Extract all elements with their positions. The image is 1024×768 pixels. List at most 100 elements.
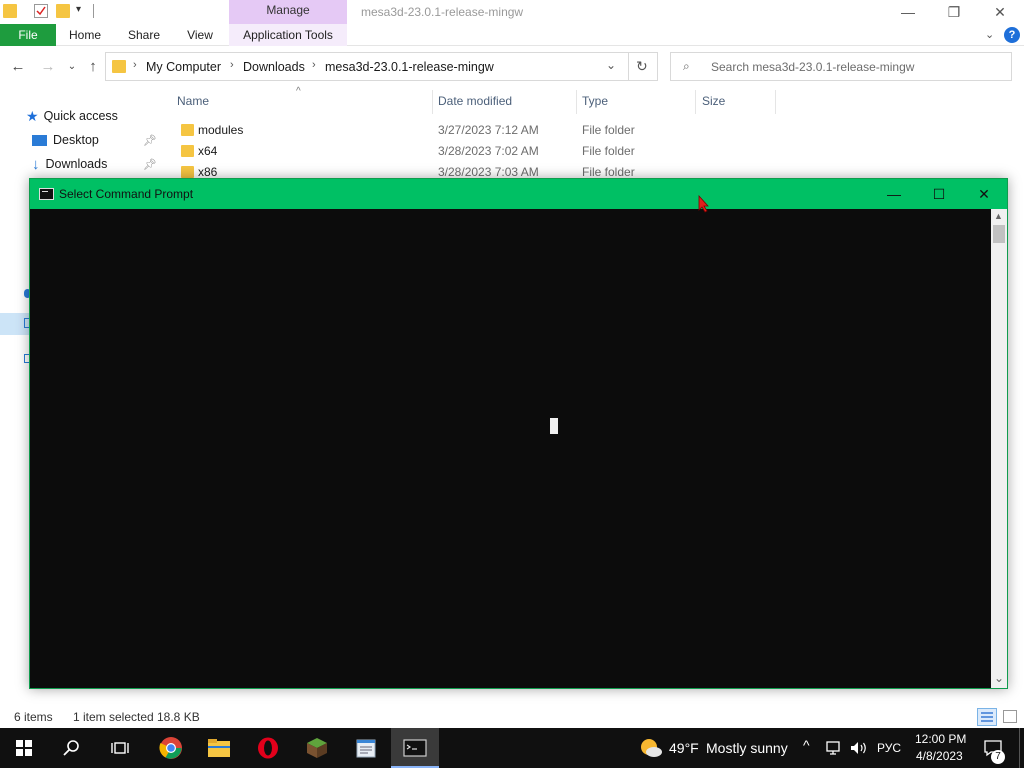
- column-date-modified[interactable]: Date modified: [438, 94, 512, 110]
- back-button[interactable]: ←: [8, 56, 28, 76]
- search-placeholder: Search mesa3d-23.0.1-release-mingw: [711, 60, 915, 74]
- breadcrumb-downloads[interactable]: Downloads: [243, 60, 305, 74]
- column-size[interactable]: Size: [702, 94, 725, 110]
- minecraft-button[interactable]: [293, 728, 341, 768]
- help-icon[interactable]: ?: [1004, 27, 1020, 43]
- weather-temperature[interactable]: 49°F: [669, 740, 699, 756]
- new-folder-icon[interactable]: [56, 4, 70, 18]
- minimize-button[interactable]: —: [885, 0, 931, 24]
- tab-application-tools[interactable]: Application Tools: [229, 24, 347, 46]
- show-desktop-button[interactable]: [1019, 728, 1020, 768]
- search-icon: ⌕: [683, 59, 690, 73]
- notification-badge[interactable]: 7: [991, 750, 1005, 764]
- file-type: File folder: [582, 144, 635, 158]
- start-button[interactable]: [0, 728, 48, 768]
- address-row: ← → ⌄ ↑ › My Computer › Downloads › mesa…: [0, 46, 1024, 88]
- weather-icon[interactable]: [639, 737, 663, 762]
- command-prompt-title-bar[interactable]: Select Command Prompt — ☐ ✕: [30, 179, 1007, 209]
- column-separator[interactable]: [576, 90, 577, 114]
- file-type: File folder: [582, 123, 635, 137]
- folder-icon: [3, 4, 17, 18]
- download-arrow-icon: ↓: [32, 155, 40, 173]
- opera-icon: [258, 737, 278, 759]
- sort-arrow-icon: ^: [296, 86, 301, 97]
- folder-icon: [181, 145, 194, 157]
- file-row[interactable]: x64 3/28/2023 7:02 AM File folder: [177, 141, 777, 162]
- network-icon[interactable]: [826, 740, 844, 759]
- manage-context-header: Manage: [229, 0, 347, 24]
- column-type[interactable]: Type: [582, 94, 608, 110]
- address-dropdown-icon[interactable]: ⌄: [606, 58, 616, 72]
- volume-icon[interactable]: [849, 740, 869, 759]
- cmd-close-button[interactable]: ✕: [961, 179, 1007, 209]
- selection-size: 18.8 KB: [157, 710, 200, 724]
- language-indicator[interactable]: РУС: [877, 741, 901, 755]
- column-separator[interactable]: [775, 90, 776, 114]
- console-scrollbar[interactable]: ▲ ⌄: [991, 209, 1007, 688]
- scroll-thumb[interactable]: [993, 225, 1005, 243]
- notepad-button[interactable]: [342, 728, 390, 768]
- expand-ribbon-icon[interactable]: ⌄: [985, 28, 994, 41]
- cmd-maximize-button[interactable]: ☐: [916, 179, 962, 209]
- clock-date[interactable]: 4/8/2023: [916, 749, 963, 763]
- nav-quick-access[interactable]: ★ Quick access: [26, 105, 118, 127]
- file-date: 3/28/2023 7:02 AM: [438, 144, 539, 158]
- opera-button[interactable]: [244, 728, 292, 768]
- details-view-icon[interactable]: [977, 708, 997, 726]
- console-area[interactable]: [30, 209, 991, 688]
- weather-condition[interactable]: Mostly sunny: [706, 740, 788, 756]
- folder-icon: [208, 739, 230, 757]
- notepad-icon: [356, 739, 376, 758]
- refresh-icon[interactable]: ↻: [636, 58, 648, 75]
- command-prompt-taskbar-button[interactable]: [391, 728, 439, 768]
- forward-button[interactable]: →: [38, 56, 58, 76]
- console-cursor: [550, 418, 558, 434]
- selection-count: 1 item selected: [73, 710, 154, 724]
- tab-home[interactable]: Home: [58, 24, 112, 46]
- file-row[interactable]: modules 3/27/2023 7:12 AM File folder: [177, 120, 777, 141]
- command-prompt-window[interactable]: Select Command Prompt — ☐ ✕ ▲ ⌄: [29, 178, 1008, 689]
- close-button[interactable]: ✕: [977, 0, 1023, 24]
- breadcrumb-separator-icon[interactable]: ›: [133, 59, 137, 71]
- clock-time[interactable]: 12:00 PM: [915, 732, 966, 746]
- column-separator[interactable]: [432, 90, 433, 114]
- properties-icon[interactable]: [34, 4, 48, 18]
- explorer-title-bar: ▾ mesa3d-23.0.1-release-mingw — ❐ ✕: [0, 0, 1024, 24]
- recent-locations-icon[interactable]: ⌄: [62, 56, 82, 76]
- nav-downloads[interactable]: ↓ Downloads 📌︎: [32, 153, 157, 175]
- qat-dropdown-icon[interactable]: ▾: [76, 4, 81, 15]
- file-name: modules: [198, 123, 244, 137]
- search-icon: [63, 740, 79, 756]
- task-view-button[interactable]: [96, 728, 144, 768]
- pin-icon[interactable]: 📌︎: [143, 134, 157, 147]
- breadcrumb-my-computer[interactable]: My Computer: [146, 60, 221, 74]
- file-explorer-button[interactable]: [195, 728, 243, 768]
- breadcrumb-separator-icon[interactable]: ›: [312, 59, 316, 71]
- search-taskbar-button[interactable]: [48, 728, 96, 768]
- taskbar: 49°F Mostly sunny ^ РУС 12:00 PM 4/8/202…: [0, 728, 1024, 768]
- breadcrumb-current-folder[interactable]: mesa3d-23.0.1-release-mingw: [325, 60, 494, 74]
- chrome-button[interactable]: [147, 728, 195, 768]
- show-hidden-icons-icon[interactable]: ^: [803, 737, 810, 753]
- scroll-down-icon[interactable]: ⌄: [994, 671, 1004, 685]
- search-box[interactable]: ⌕ Search mesa3d-23.0.1-release-mingw: [670, 52, 1012, 81]
- large-icons-view-icon[interactable]: [1003, 710, 1017, 723]
- address-bar[interactable]: › My Computer › Downloads › mesa3d-23.0.…: [105, 52, 658, 81]
- restore-button[interactable]: ❐: [931, 0, 977, 24]
- scroll-up-icon[interactable]: ▲: [994, 211, 1003, 221]
- tab-share[interactable]: Share: [116, 24, 172, 46]
- pin-icon[interactable]: 📌︎: [143, 158, 157, 171]
- cmd-app-icon[interactable]: [39, 188, 54, 200]
- column-name[interactable]: Name: [177, 94, 209, 110]
- nav-desktop[interactable]: Desktop 📌︎: [32, 129, 157, 151]
- breadcrumb-separator-icon[interactable]: ›: [230, 59, 234, 71]
- up-button[interactable]: ↑: [83, 56, 103, 76]
- folder-icon: [181, 124, 194, 136]
- file-date: 3/27/2023 7:12 AM: [438, 123, 539, 137]
- address-divider: [628, 53, 629, 80]
- tab-file[interactable]: File: [0, 24, 56, 46]
- nav-quick-access-label: Quick access: [43, 109, 118, 123]
- tab-view[interactable]: View: [175, 24, 225, 46]
- column-separator[interactable]: [695, 90, 696, 114]
- cmd-minimize-button[interactable]: —: [871, 179, 917, 209]
